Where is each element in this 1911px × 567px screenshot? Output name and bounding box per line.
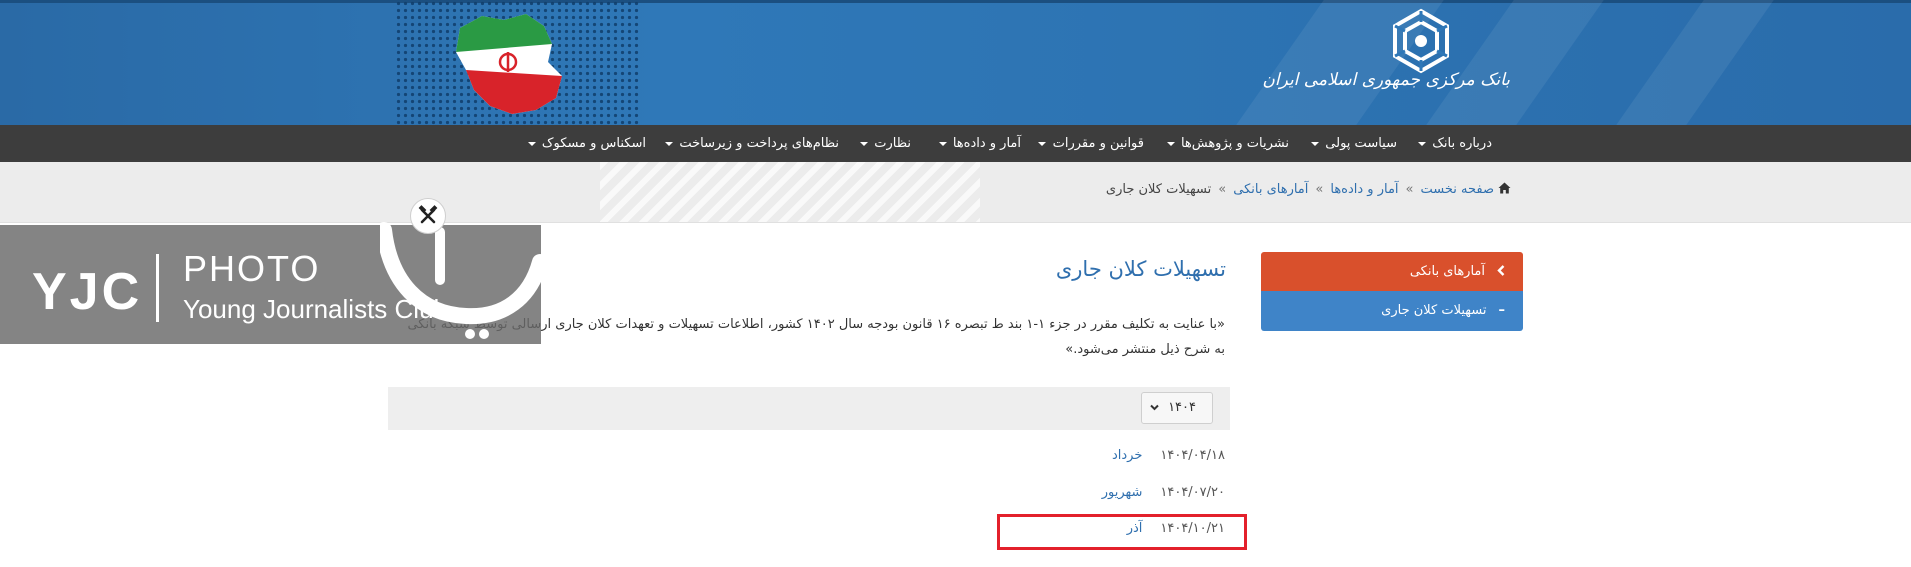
nav-item-payment-systems[interactable]: نظام‌های پرداخت و زیرساخت xyxy=(665,125,839,162)
list-item: ۱۴۰۴/۰۷/۲۰ شهریور xyxy=(1102,485,1225,500)
caret-down-icon xyxy=(1166,141,1175,146)
yjc-logo-icon xyxy=(380,222,545,339)
nav-label: نشریات و پژوهش‌ها xyxy=(1180,136,1289,151)
main-nav: درباره بانک سیاست پولی نشریات و پژوهش‌ها… xyxy=(0,125,1911,162)
nav-item-supervision[interactable]: نظارت xyxy=(860,125,911,162)
breadcrumb-separator: » xyxy=(1218,182,1227,197)
breadcrumb: صفحه نخست » آمار و داده‌ها » آمارهای بانکی » ت… xyxy=(1106,182,1511,197)
nav-item-banknotes[interactable]: اسکناس و مسکوک xyxy=(527,125,646,162)
year-select-value: ۱۴۰۴ xyxy=(1168,400,1196,415)
breadcrumb-bar-pattern xyxy=(600,162,980,222)
caret-down-icon xyxy=(527,141,536,146)
banner-top-line xyxy=(0,0,1911,3)
central-bank-emblem-icon xyxy=(1393,8,1449,74)
entry-date: ۱۴۰۴/۰۴/۱۸ xyxy=(1160,448,1225,463)
watermark-photo-label: PHOTO xyxy=(183,248,321,289)
caret-down-icon xyxy=(860,141,869,146)
nav-label: اسکناس و مسکوک xyxy=(541,136,646,151)
dash-icon: – xyxy=(1498,303,1506,318)
header-banner: بانک مرکزی جمهوری اسلامی ایران xyxy=(0,0,1911,125)
nav-item-monetary-policy[interactable]: سیاست پولی xyxy=(1311,125,1397,162)
highlight-box xyxy=(997,514,1247,550)
banner-stripe xyxy=(1426,0,1604,125)
nav-label: آمار و داده‌ها xyxy=(952,136,1021,151)
breadcrumb-separator: » xyxy=(1405,182,1414,197)
nav-label: نظام‌های پرداخت و زیرساخت xyxy=(679,136,839,151)
page-title: تسهیلات کلان جاری xyxy=(1055,257,1226,281)
breadcrumb-link-banking-stats[interactable]: آمارهای بانکی xyxy=(1233,182,1308,197)
watermark-brand: YJC xyxy=(32,263,143,321)
nav-label: سیاست پولی xyxy=(1325,136,1397,151)
nav-item-about[interactable]: درباره بانک xyxy=(1418,125,1492,162)
nav-label: درباره بانک xyxy=(1432,136,1492,151)
nav-label: قوانین و مقررات xyxy=(1052,136,1144,151)
sidebar-item-current-large-facilities[interactable]: –تسهیلات کلان جاری xyxy=(1261,291,1523,331)
breadcrumb-link-home[interactable]: صفحه نخست xyxy=(1421,182,1494,197)
nav-item-statistics[interactable]: آمار و داده‌ها xyxy=(938,125,1021,162)
caret-down-icon xyxy=(1311,141,1320,146)
tools-icon[interactable] xyxy=(410,198,446,234)
breadcrumb-separator: » xyxy=(1315,182,1324,197)
home-icon xyxy=(1498,182,1511,194)
breadcrumb-current: تسهیلات کلان جاری xyxy=(1105,182,1212,197)
entry-date: ۱۴۰۴/۰۷/۲۰ xyxy=(1160,485,1225,500)
nav-item-laws[interactable]: قوانین و مقررات xyxy=(1038,125,1144,162)
iran-flag-map-icon xyxy=(456,14,562,114)
breadcrumb-bar: صفحه نخست » آمار و داده‌ها » آمارهای بانکی » ت… xyxy=(0,162,1911,223)
watermark-divider xyxy=(156,254,159,322)
caret-down-icon xyxy=(1418,141,1427,146)
year-select[interactable]: ۱۴۰۴ xyxy=(1141,392,1213,424)
chevron-left-icon xyxy=(1497,265,1505,276)
sidebar-item-label: تسهیلات کلان جاری xyxy=(1381,303,1487,318)
caret-down-icon xyxy=(665,141,674,146)
sidebar-item-banking-stats[interactable]: آمارهای بانکی xyxy=(1261,252,1523,291)
sidebar-item-label: آمارهای بانکی xyxy=(1409,264,1485,279)
banner-stripe xyxy=(1616,0,1774,125)
bank-name-logotype[interactable]: بانک مرکزی جمهوری اسلامی ایران xyxy=(1262,70,1510,90)
hammer-wrench-icon xyxy=(418,205,438,224)
chevron-down-icon xyxy=(1150,404,1159,411)
list-item: ۱۴۰۴/۰۴/۱۸ خرداد xyxy=(1112,448,1225,463)
nav-item-publications[interactable]: نشریات و پژوهش‌ها xyxy=(1166,125,1289,162)
entry-month-link[interactable]: شهریور xyxy=(1102,485,1143,500)
breadcrumb-link-statistics[interactable]: آمار و داده‌ها xyxy=(1330,182,1398,197)
caret-down-icon xyxy=(1038,141,1047,146)
nav-label: نظارت xyxy=(874,136,911,151)
caret-down-icon xyxy=(938,141,947,146)
year-filter-bar: ۱۴۰۴ xyxy=(388,387,1230,430)
entry-month-link[interactable]: خرداد xyxy=(1112,448,1142,463)
